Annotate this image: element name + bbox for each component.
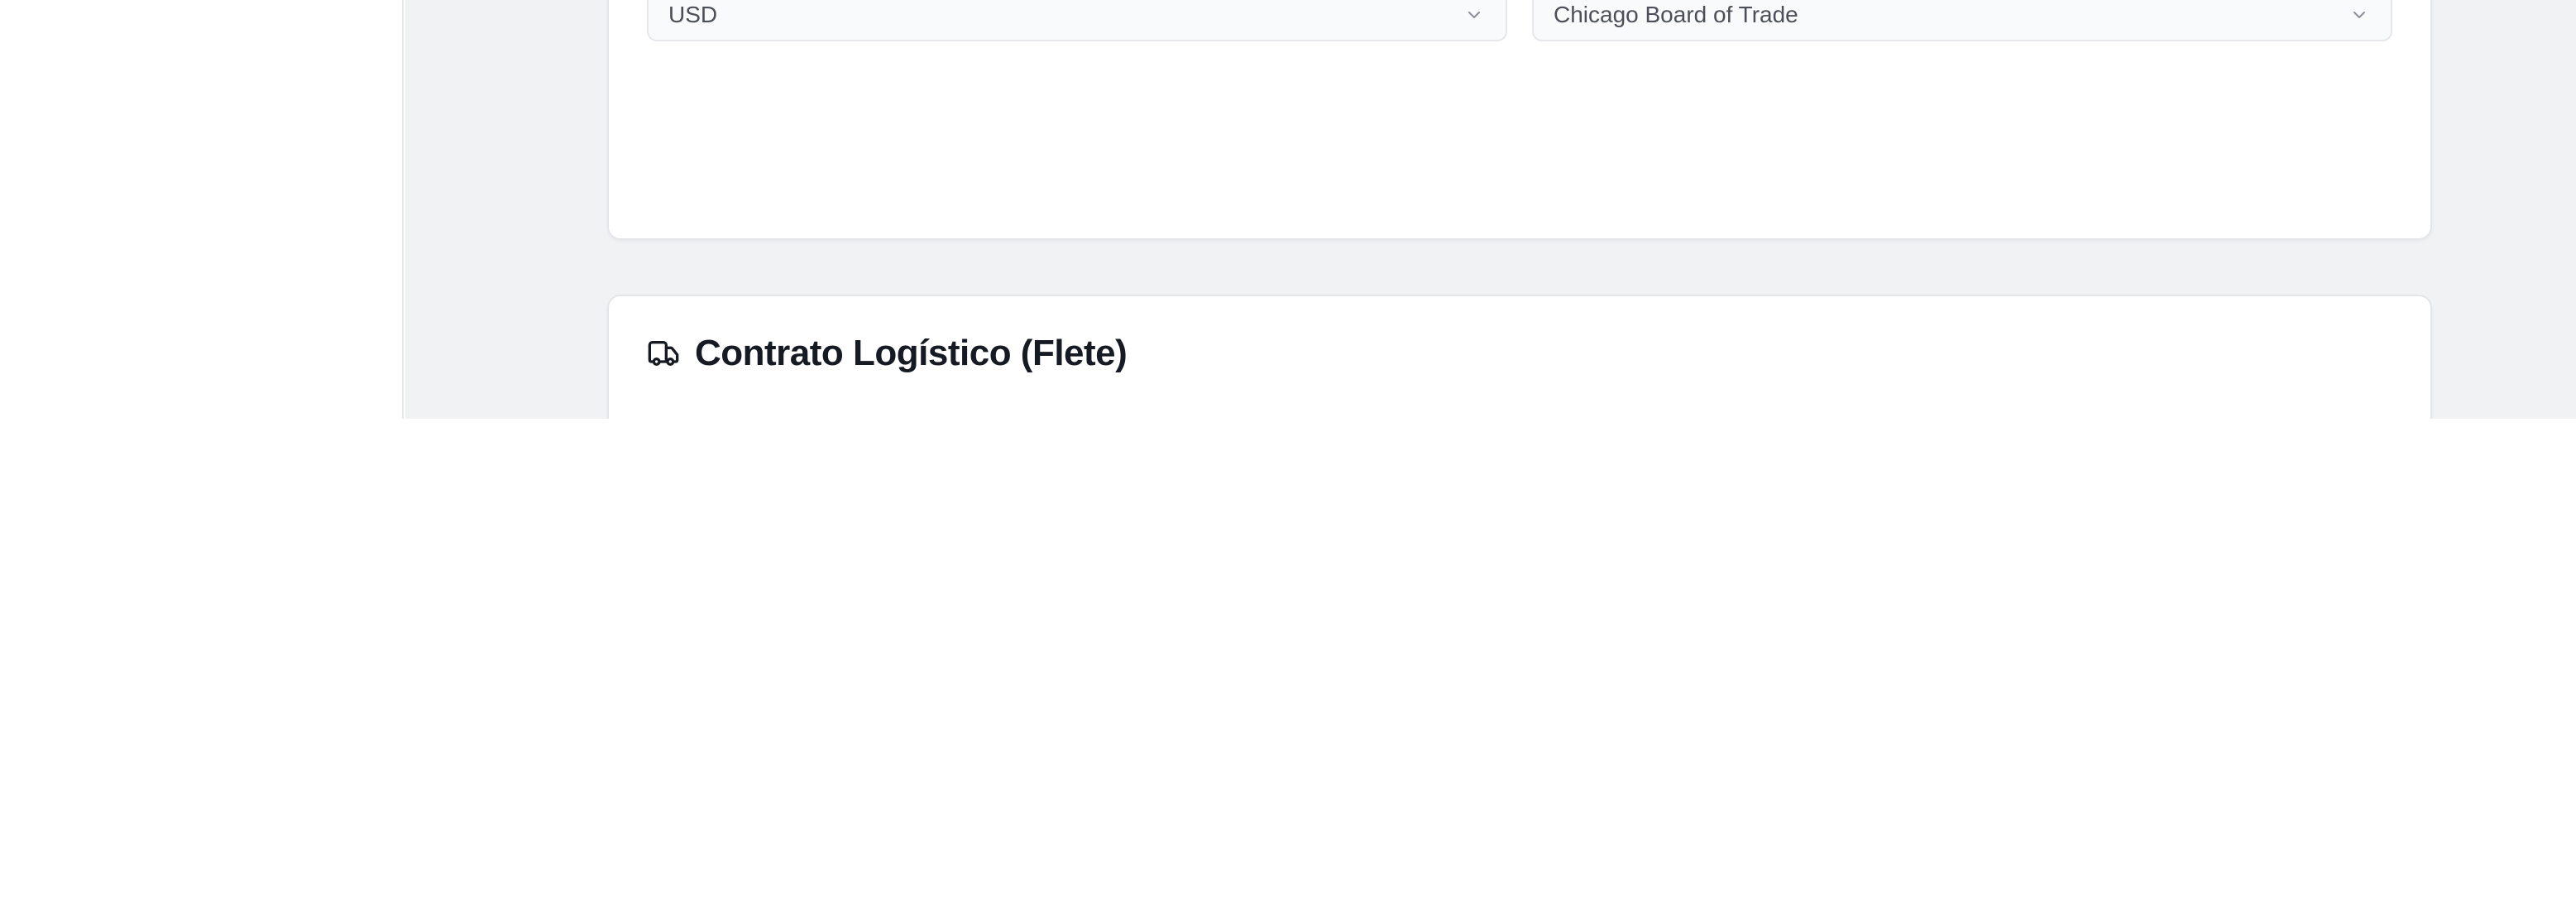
section-title: Contrato Logístico (Flete) — [695, 333, 1128, 373]
chevron-down-icon — [2348, 3, 2371, 26]
exchange-select-value: Chicago Board of Trade — [1554, 2, 1798, 27]
chevron-down-icon — [1463, 3, 1486, 26]
section-header: Contrato Logístico (Flete) — [647, 333, 1128, 374]
currency-select[interactable]: USD — [647, 0, 1507, 41]
logistics-contract-card: Contrato Logístico (Flete) — [607, 295, 2432, 419]
exchange-select[interactable]: Chicago Board of Trade — [1532, 0, 2392, 41]
main-content: USD Chicago Board of Trade Contrato Logí… — [405, 0, 2576, 419]
market-settings-card: USD Chicago Board of Trade — [607, 0, 2432, 240]
truck-icon — [647, 337, 680, 370]
sidebar — [0, 0, 404, 419]
app-viewport: USD Chicago Board of Trade Contrato Logí… — [0, 0, 2576, 419]
currency-select-value: USD — [668, 2, 718, 27]
